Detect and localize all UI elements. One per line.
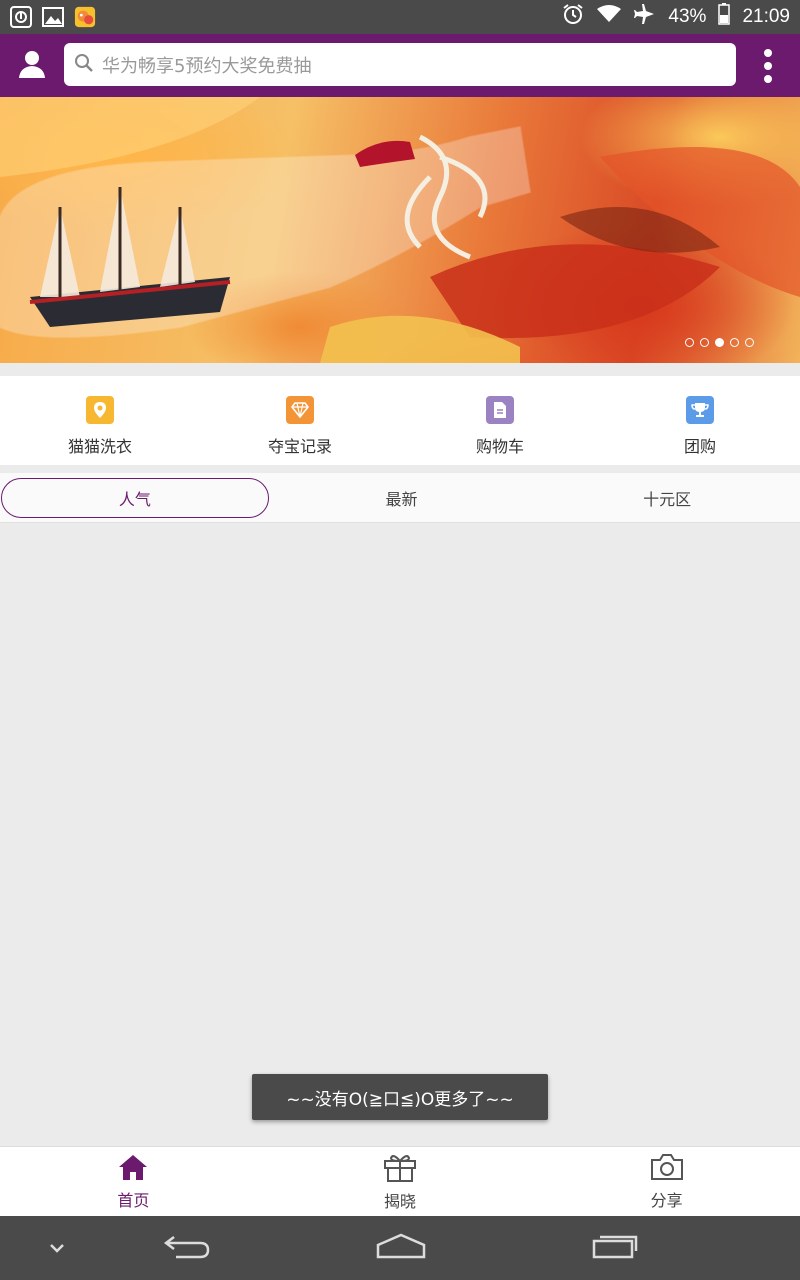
home-icon <box>118 1153 148 1185</box>
tab-latest[interactable]: 最新 <box>269 478 535 518</box>
home-outline-icon <box>374 1231 428 1265</box>
bottom-nav-label: 首页 <box>117 1190 150 1210</box>
quick-nav-cart[interactable]: 购物车 <box>400 376 600 465</box>
banner-dot[interactable] <box>715 338 724 347</box>
bottom-nav-home[interactable]: 首页 <box>0 1147 267 1216</box>
menu-dot <box>764 49 772 57</box>
quick-nav-group-buy[interactable]: 团购 <box>600 376 800 465</box>
bottom-nav-reveal[interactable]: 揭晓 <box>267 1147 534 1216</box>
camera-icon <box>650 1153 684 1185</box>
home-button[interactable] <box>372 1230 430 1266</box>
hide-keyboard-button[interactable] <box>42 1230 72 1266</box>
bottom-nav-label: 分享 <box>650 1190 683 1210</box>
recent-apps-button[interactable] <box>588 1230 642 1266</box>
gift-icon <box>383 1152 417 1186</box>
chevron-down-icon <box>48 1239 66 1258</box>
quick-nav-label: 购物车 <box>475 437 524 456</box>
overflow-menu-button[interactable] <box>754 46 782 86</box>
battery-icon <box>718 3 731 31</box>
airplane-mode-icon <box>634 3 656 31</box>
image-notification-icon <box>42 6 64 28</box>
alarm-icon <box>562 3 584 31</box>
back-arrow-icon <box>162 1231 212 1265</box>
diamond-icon <box>286 396 314 424</box>
quick-nav-label: 夺宝记录 <box>267 437 332 456</box>
app-bar: 华为畅享5预约大奖免费抽 <box>0 34 800 97</box>
banner-pagination <box>685 338 754 347</box>
search-icon <box>74 53 94 77</box>
tab-ten-yuan[interactable]: 十元区 <box>534 478 800 518</box>
search-placeholder: 华为畅享5预约大奖免费抽 <box>102 55 312 77</box>
recent-apps-icon <box>590 1231 640 1265</box>
menu-dot <box>764 75 772 83</box>
banner-image <box>0 97 800 363</box>
quick-nav: 猫猫洗衣 夺宝记录 购物车 团购 <box>0 376 800 465</box>
sort-tabs: 人气 最新 十元区 <box>0 473 800 523</box>
notification-icons <box>10 6 96 28</box>
banner-dot[interactable] <box>745 338 754 347</box>
back-button[interactable] <box>160 1230 214 1266</box>
tab-popular[interactable]: 人气 <box>1 477 269 518</box>
menu-dot <box>764 62 772 70</box>
quick-nav-label: 团购 <box>683 437 716 456</box>
document-icon <box>486 396 514 424</box>
banner-dot[interactable] <box>700 338 709 347</box>
system-status: 43% 21:09 <box>562 3 790 31</box>
clock: 21:09 <box>742 6 790 27</box>
quick-nav-label: 猫猫洗衣 <box>67 437 132 456</box>
app-notification-icon <box>74 6 96 28</box>
system-nav-bar <box>0 1216 800 1280</box>
battery-percent: 43% <box>668 6 707 27</box>
promo-banner[interactable] <box>0 97 800 363</box>
banner-dot[interactable] <box>685 338 694 347</box>
status-bar: 43% 21:09 <box>0 0 800 34</box>
search-input[interactable]: 华为畅享5预约大奖免费抽 <box>64 43 736 86</box>
quick-nav-records[interactable]: 夺宝记录 <box>200 376 400 465</box>
no-more-toast: ~~没有O(≧口≦)O更多了~~ <box>252 1074 548 1120</box>
product-list: ~~没有O(≧口≦)O更多了~~ <box>0 523 800 1146</box>
wifi-icon <box>596 4 622 30</box>
location-pin-icon <box>86 396 114 424</box>
user-icon <box>16 48 48 84</box>
quick-nav-laundry[interactable]: 猫猫洗衣 <box>0 376 200 465</box>
sync-notification-icon <box>10 6 32 28</box>
user-profile-button[interactable] <box>0 34 64 97</box>
trophy-icon <box>686 396 714 424</box>
bottom-nav-label: 揭晓 <box>384 1191 417 1211</box>
banner-dot[interactable] <box>730 338 739 347</box>
bottom-nav-share[interactable]: 分享 <box>533 1147 800 1216</box>
bottom-nav: 首页 揭晓 分享 <box>0 1146 800 1216</box>
